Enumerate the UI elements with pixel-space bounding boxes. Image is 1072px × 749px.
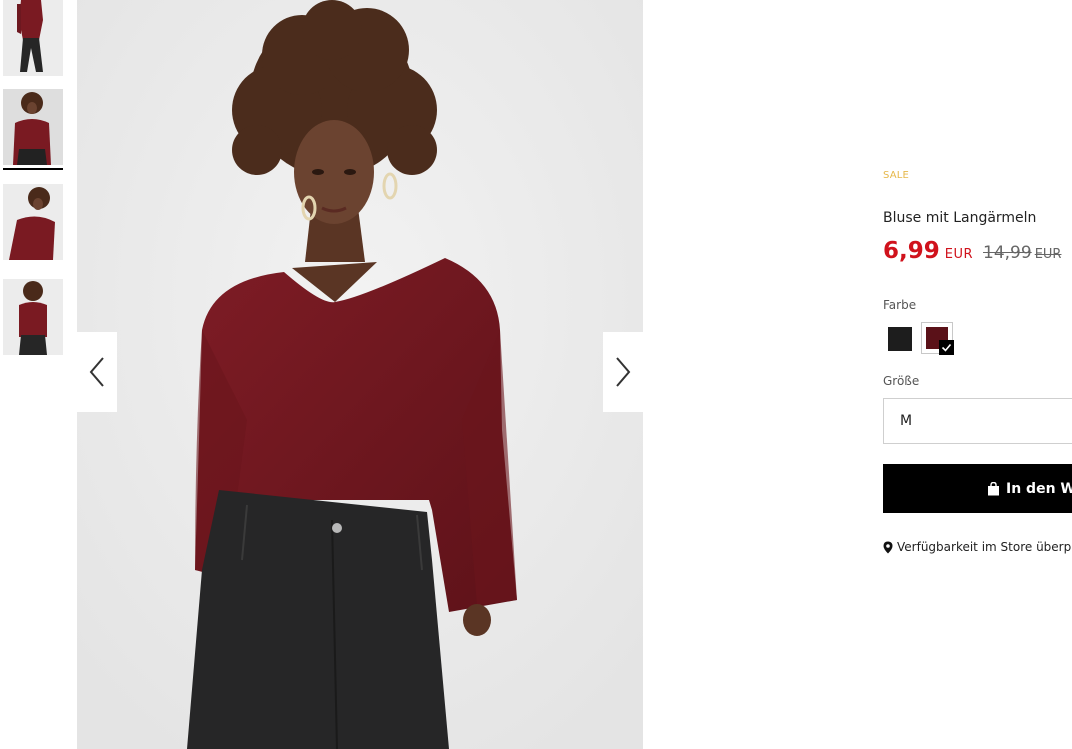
current-price-currency: EUR bbox=[944, 247, 974, 262]
check-icon bbox=[939, 340, 954, 355]
thumbnail-1[interactable] bbox=[3, 0, 63, 76]
original-price-currency: EUR bbox=[1034, 247, 1062, 262]
shopping-bag-icon bbox=[987, 481, 1000, 496]
product-title: Bluse mit Langärmeln bbox=[883, 210, 1037, 226]
prev-image-button[interactable] bbox=[77, 332, 117, 412]
store-availability-label: Verfügbarkeit im Store überprüfen bbox=[897, 540, 1072, 554]
sale-badge: SALE bbox=[883, 170, 910, 181]
product-info-panel: SALE Bluse mit Langärmeln 6,99 EUR 14,99 EU… bbox=[883, 0, 1072, 749]
thumbnail-4[interactable] bbox=[3, 279, 63, 355]
color-swatch-black[interactable] bbox=[888, 327, 912, 351]
store-availability-link[interactable]: Verfügbarkeit im Store überprüfen bbox=[883, 540, 1072, 554]
chevron-left-icon bbox=[89, 357, 104, 387]
color-label: Farbe bbox=[883, 298, 917, 312]
product-main-image bbox=[77, 0, 643, 749]
size-selected-value: M bbox=[900, 413, 913, 429]
thumbnail-2[interactable] bbox=[3, 89, 63, 165]
size-select[interactable]: M bbox=[883, 398, 1072, 444]
chevron-right-icon bbox=[616, 357, 631, 387]
thumbnail-active-indicator bbox=[3, 168, 63, 170]
product-page: SALE Bluse mit Langärmeln 6,99 EUR 14,99 EU… bbox=[0, 0, 1072, 749]
price-row: 6,99 EUR 14,99 EUR bbox=[883, 238, 1061, 264]
thumbnail-strip bbox=[0, 0, 70, 749]
original-price: 14,99 bbox=[983, 243, 1032, 263]
add-to-cart-label: In den Warenkorb bbox=[1006, 480, 1072, 497]
size-label: Größe bbox=[883, 374, 920, 388]
color-swatch-burgundy[interactable] bbox=[921, 322, 954, 355]
add-to-cart-button[interactable]: In den Warenkorb bbox=[883, 464, 1072, 513]
thumbnail-3[interactable] bbox=[3, 184, 63, 260]
next-image-button[interactable] bbox=[603, 332, 643, 412]
current-price: 6,99 bbox=[883, 238, 940, 264]
location-pin-icon bbox=[883, 541, 893, 554]
